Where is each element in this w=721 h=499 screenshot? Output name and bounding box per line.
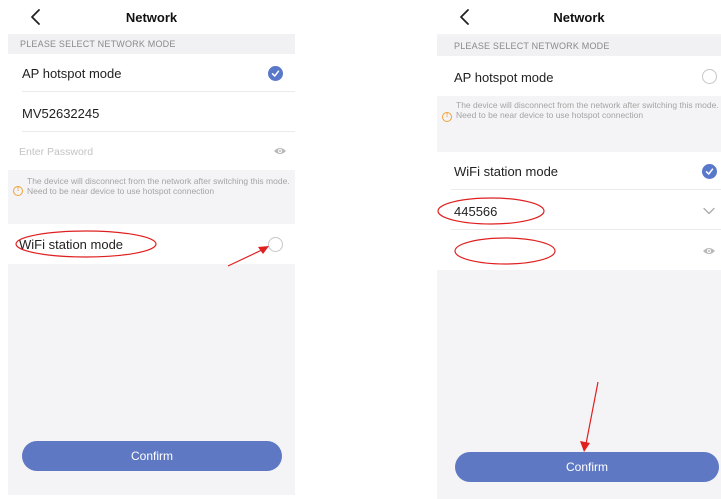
right-phone-screen: Network PLEASE SELECT NETWORK MODE AP ho… xyxy=(437,0,721,499)
checkmark-icon[interactable] xyxy=(702,164,717,179)
password-field[interactable] xyxy=(437,230,721,270)
notice-text: The device will disconnect from the netw… xyxy=(456,100,719,120)
warning-icon xyxy=(442,112,452,122)
ap-hotspot-mode-row[interactable]: AP hotspot mode xyxy=(8,54,295,92)
ssid-value: 445566 xyxy=(454,204,498,219)
mode-switch-notice: The device will disconnect from the netw… xyxy=(8,170,295,224)
eye-icon[interactable] xyxy=(273,146,287,156)
ap-hotspot-mode-row[interactable]: AP hotspot mode xyxy=(437,56,721,96)
radio-unchecked-icon[interactable] xyxy=(702,69,717,84)
left-phone-screen: Network PLEASE SELECT NETWORK MODE AP ho… xyxy=(8,0,295,495)
confirm-button[interactable]: Confirm xyxy=(455,452,719,482)
mode-switch-notice: The device will disconnect from the netw… xyxy=(437,96,721,152)
radio-unchecked-icon[interactable] xyxy=(268,237,283,252)
header: Network xyxy=(8,0,295,34)
notice-text: The device will disconnect from the netw… xyxy=(27,176,290,196)
checkmark-icon[interactable] xyxy=(268,66,283,81)
ssid-value: MV52632245 xyxy=(22,106,100,121)
confirm-button[interactable]: Confirm xyxy=(22,441,282,471)
wifi-station-mode-row[interactable]: WiFi station mode xyxy=(437,152,721,190)
header: Network xyxy=(437,0,721,34)
wifi-station-mode-label: WiFi station mode xyxy=(454,164,559,179)
eye-icon[interactable] xyxy=(702,246,716,256)
warning-icon xyxy=(13,186,23,196)
wifi-station-mode-row[interactable]: WiFi station mode xyxy=(8,224,295,264)
ap-hotspot-mode-label: AP hotspot mode xyxy=(454,70,554,85)
password-placeholder: Enter Password xyxy=(19,146,94,158)
ap-hotspot-mode-label: AP hotspot mode xyxy=(22,66,122,81)
ssid-select[interactable]: 445566 xyxy=(437,190,721,230)
page-title: Network xyxy=(125,10,178,25)
password-field[interactable]: Enter Password xyxy=(8,132,295,170)
section-label: PLEASE SELECT NETWORK MODE xyxy=(437,36,721,56)
section-label: PLEASE SELECT NETWORK MODE xyxy=(8,34,295,54)
chevron-down-icon[interactable] xyxy=(703,207,715,215)
wifi-station-mode-label: WiFi station mode xyxy=(19,237,124,252)
page-title: Network xyxy=(553,10,605,25)
ssid-row[interactable]: MV52632245 xyxy=(8,92,295,132)
